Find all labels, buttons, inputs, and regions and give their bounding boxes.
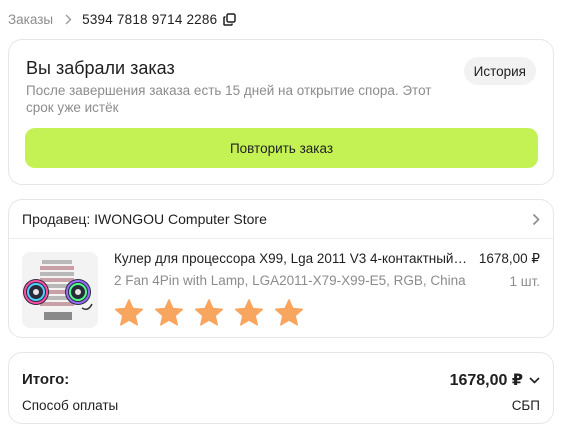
total-value: 1678,00 ₽ <box>449 372 523 389</box>
payment-method-value: СБП <box>511 398 540 413</box>
order-number: 5394 7818 9714 2286 <box>82 11 218 27</box>
repeat-order-button[interactable]: Повторить заказ <box>25 128 538 168</box>
total-toggle[interactable]: 1678,00 ₽ <box>450 370 540 390</box>
order-total-card: Итого: 1678,00 ₽ Способ оплаты СБП <box>8 352 554 424</box>
chevron-right-icon <box>65 14 72 25</box>
product-title[interactable]: Кулер для процессора X99, Lga 2011 V3 4-… <box>114 251 474 266</box>
star-icon[interactable] <box>194 298 224 328</box>
star-icon[interactable] <box>234 298 264 328</box>
product-image[interactable] <box>22 252 98 328</box>
payment-method-label: Способ оплаты <box>22 398 119 413</box>
star-icon[interactable] <box>114 298 144 328</box>
star-icon[interactable] <box>154 298 184 328</box>
rating-stars[interactable] <box>114 298 304 328</box>
chevron-right-icon <box>532 213 540 226</box>
product-price: 1678,00 ₽ <box>478 251 540 266</box>
status-title: Вы забрали заказ <box>26 58 175 78</box>
star-icon[interactable] <box>274 298 304 328</box>
product-quantity: 1 шт. <box>509 274 540 289</box>
order-items-card: Продавец: IWONGOU Computer Store Кулер д… <box>8 199 554 338</box>
history-button[interactable]: История <box>463 57 536 85</box>
total-label: Итого: <box>22 371 70 388</box>
chevron-down-icon <box>529 376 540 384</box>
product-variant: 2 Fan 4Pin with Lamp, LGA2011-X79-X99-E5… <box>114 273 466 288</box>
seller-label: Продавец: IWONGOU Computer Store <box>22 211 267 227</box>
copy-icon[interactable] <box>223 12 237 26</box>
breadcrumb: Заказы 5394 7818 9714 2286 <box>8 9 237 29</box>
seller-row[interactable]: Продавец: IWONGOU Computer Store <box>9 200 553 239</box>
breadcrumb-orders-link[interactable]: Заказы <box>8 12 53 27</box>
status-description: После завершения заказа есть 15 дней на … <box>26 83 432 115</box>
order-status-card: Вы забрали заказ После завершения заказа… <box>8 39 554 185</box>
